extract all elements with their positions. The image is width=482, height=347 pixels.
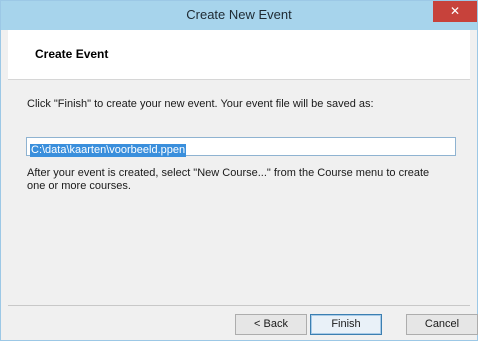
instruction-text: Click "Finish" to create your new event.…	[27, 98, 374, 110]
back-button[interactable]: < Back	[235, 314, 307, 335]
cancel-button[interactable]: Cancel	[406, 314, 478, 335]
close-button[interactable]: ✕	[433, 1, 477, 22]
title-bar[interactable]: Create New Event ✕	[1, 1, 477, 30]
page-title: Create Event	[35, 47, 109, 61]
wizard-header: Create Event	[8, 30, 470, 80]
finish-button[interactable]: Finish	[310, 314, 382, 335]
create-new-event-dialog: Create New Event ✕ Create Event Click "F…	[0, 0, 478, 341]
file-path-field[interactable]: C:\data\kaarten\voorbeeld.ppen	[26, 137, 456, 157]
window-title: Create New Event	[186, 7, 292, 22]
close-icon: ✕	[449, 4, 461, 18]
button-bar: < Back Finish Cancel	[8, 305, 478, 339]
wizard-content: Click "Finish" to create your new event.…	[8, 80, 470, 305]
file-path-selected-text: C:\data\kaarten\voorbeeld.ppen	[30, 144, 187, 157]
next-steps-text: After your event is created, select "New…	[27, 167, 430, 192]
